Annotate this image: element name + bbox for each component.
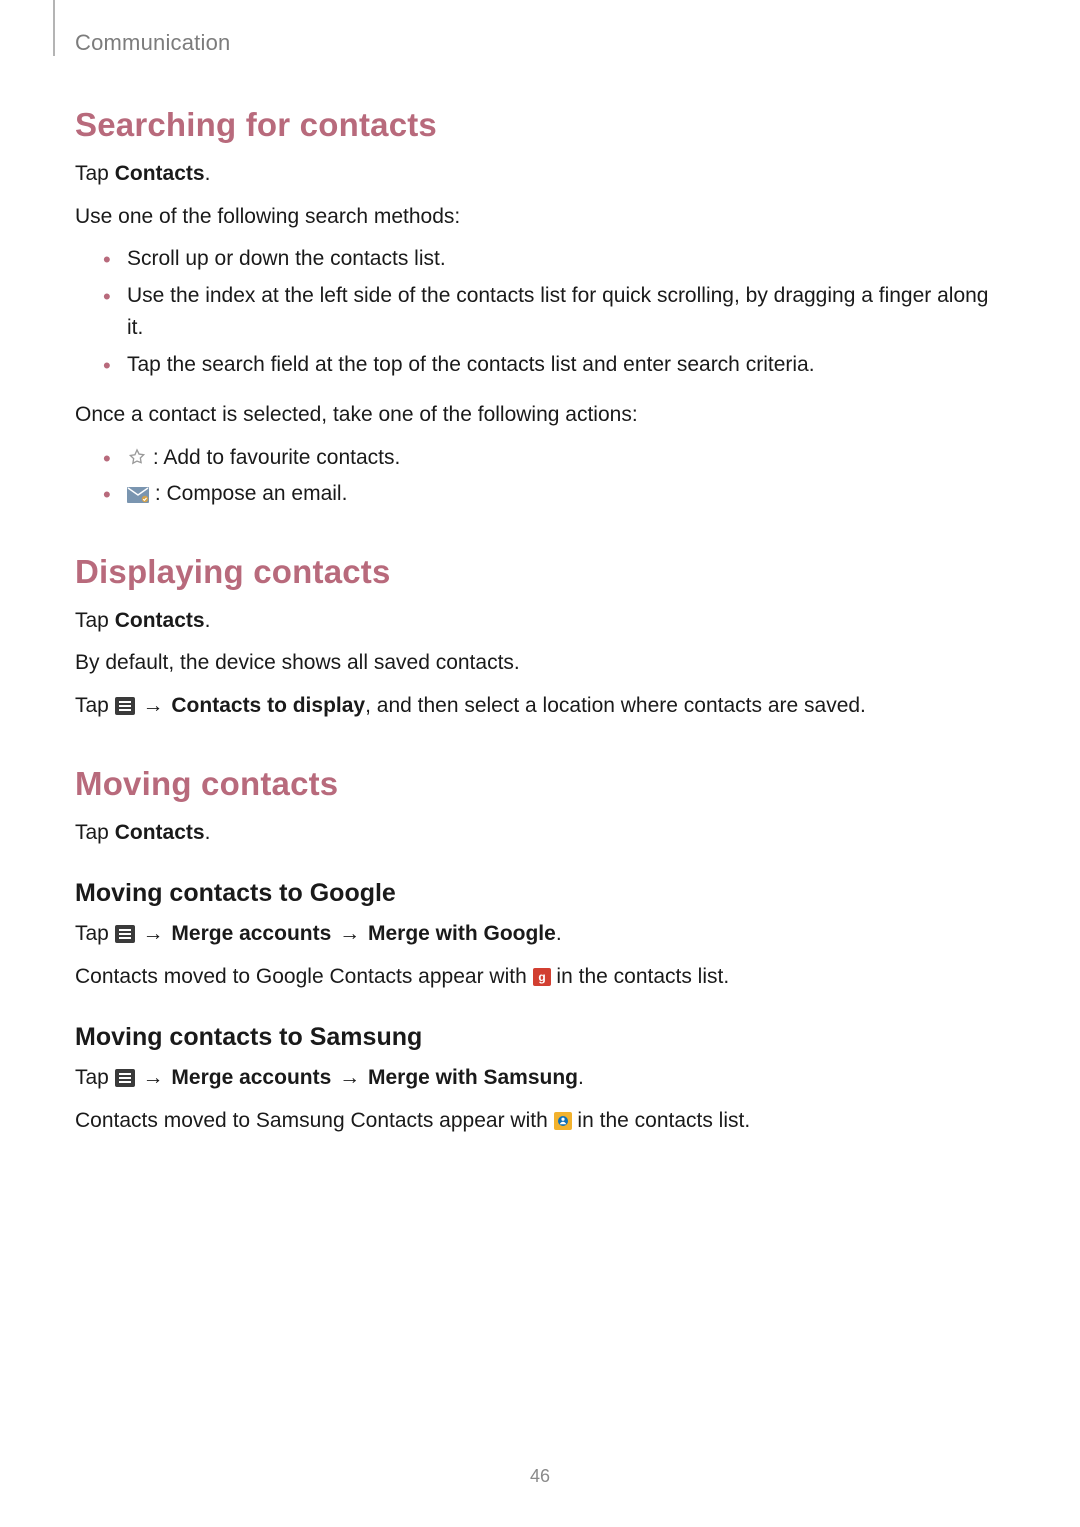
heading-moving-google: Moving contacts to Google: [75, 879, 1005, 908]
page: Communication Searching for contacts Tap…: [0, 0, 1080, 1527]
text-bold: Contacts: [115, 162, 205, 185]
text-bold: Merge with Samsung: [368, 1066, 578, 1089]
list-item: : Add to favourite contacts.: [103, 442, 1005, 475]
heading-moving-samsung: Moving contacts to Samsung: [75, 1023, 1005, 1052]
arrow-icon: →: [141, 918, 166, 951]
menu-icon: [115, 697, 135, 715]
text: Tap: [75, 1066, 115, 1089]
menu-icon: [115, 1069, 135, 1087]
text: : Compose an email.: [149, 482, 347, 505]
samsung-badge-icon: [554, 1112, 572, 1130]
search-methods-intro: Use one of the following search methods:: [75, 201, 1005, 234]
text: in the contacts list.: [572, 1109, 751, 1132]
section-moving: Moving contacts Tap Contacts. Moving con…: [75, 765, 1005, 1138]
contacts-to-display-line: Tap → Contacts to display, and then sele…: [75, 690, 1005, 723]
google-badge-icon: g: [533, 968, 551, 986]
merge-google-line: Tap → Merge accounts → Merge with Google…: [75, 918, 1005, 951]
text-bold: Merge accounts: [171, 922, 331, 945]
arrow-icon: →: [141, 690, 166, 723]
section-displaying: Displaying contacts Tap Contacts. By def…: [75, 553, 1005, 723]
list-item: Tap the search field at the top of the c…: [103, 349, 1005, 382]
heading-moving: Moving contacts: [75, 765, 1005, 803]
text: .: [578, 1066, 584, 1089]
list-item: Scroll up or down the contacts list.: [103, 243, 1005, 276]
text-bold: Contacts: [115, 821, 205, 844]
text-bold: Merge accounts: [171, 1066, 331, 1089]
text: Tap: [75, 922, 115, 945]
tap-contacts-line-1: Tap Contacts.: [75, 158, 1005, 191]
search-methods-list: Scroll up or down the contacts list. Use…: [75, 243, 1005, 381]
default-contacts-line: By default, the device shows all saved c…: [75, 647, 1005, 680]
list-item: : Compose an email.: [103, 478, 1005, 511]
email-icon: [127, 487, 149, 503]
text: Tap: [75, 694, 115, 717]
google-result-line: Contacts moved to Google Contacts appear…: [75, 961, 1005, 994]
actions-intro: Once a contact is selected, take one of …: [75, 399, 1005, 432]
heading-searching: Searching for contacts: [75, 106, 1005, 144]
arrow-icon: →: [141, 1062, 166, 1095]
section-searching: Searching for contacts Tap Contacts. Use…: [75, 106, 1005, 511]
tap-contacts-line-2: Tap Contacts.: [75, 605, 1005, 638]
running-head-bar: [53, 0, 55, 56]
text: , and then select a location where conta…: [365, 694, 866, 717]
arrow-icon: →: [337, 918, 362, 951]
arrow-icon: →: [337, 1062, 362, 1095]
text: : Add to favourite contacts.: [147, 446, 400, 469]
text-bold: Contacts: [115, 609, 205, 632]
text: .: [205, 162, 211, 185]
text: Tap: [75, 821, 115, 844]
text: Tap: [75, 162, 115, 185]
star-icon: [127, 447, 147, 467]
text-bold: Contacts to display: [171, 694, 365, 717]
text: Contacts moved to Google Contacts appear…: [75, 965, 533, 988]
menu-icon: [115, 925, 135, 943]
text-bold: Merge with Google: [368, 922, 556, 945]
text: Contacts moved to Samsung Contacts appea…: [75, 1109, 554, 1132]
text: .: [556, 922, 562, 945]
text: Tap: [75, 609, 115, 632]
page-number: 46: [0, 1466, 1080, 1487]
heading-displaying: Displaying contacts: [75, 553, 1005, 591]
running-head: Communication: [75, 30, 230, 56]
actions-list: : Add to favourite contacts. : Compose a…: [75, 442, 1005, 511]
text: .: [205, 609, 211, 632]
list-item: Use the index at the left side of the co…: [103, 280, 1005, 345]
samsung-result-line: Contacts moved to Samsung Contacts appea…: [75, 1105, 1005, 1138]
text: .: [205, 821, 211, 844]
tap-contacts-line-3: Tap Contacts.: [75, 817, 1005, 850]
running-head-wrap: Communication: [75, 30, 1005, 56]
merge-samsung-line: Tap → Merge accounts → Merge with Samsun…: [75, 1062, 1005, 1095]
svg-text:g: g: [538, 970, 545, 984]
text: in the contacts list.: [551, 965, 730, 988]
